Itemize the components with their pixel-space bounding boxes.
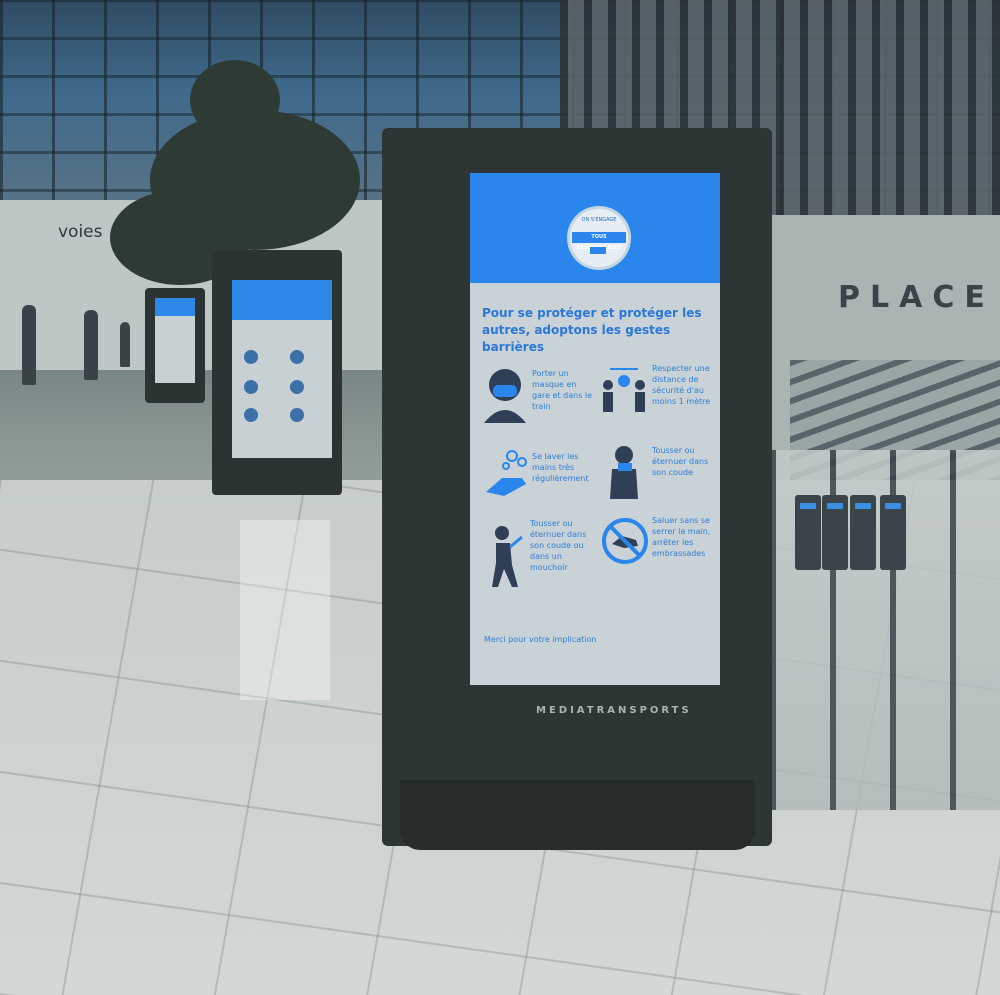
ticket-gate [880, 495, 906, 570]
thanks-note: Merci pour votre implication [484, 635, 597, 644]
ticket-gate [822, 495, 848, 570]
cough-person-icon [492, 526, 523, 587]
poster-screen: ON S'ENGAGE TOUS RESPONSABLES Pour se pr… [470, 173, 720, 685]
tip-text: Tousser ou éternuer dans son coude ou da… [530, 519, 587, 572]
tip-text: Respecter une distance de sécurité d'au … [652, 364, 711, 406]
tip-text: Se laver les mains très régulièrement [532, 452, 589, 483]
mini-tip-icon [290, 350, 304, 364]
distant-person [22, 305, 36, 385]
kiosk-brand: MEDIATRANSPORTS [536, 705, 692, 716]
distant-person [84, 310, 98, 380]
secondary-kiosk-header [232, 280, 332, 320]
no-handshake-icon [602, 518, 648, 564]
mini-tip-icon [290, 380, 304, 394]
hand-wash-icon [486, 450, 527, 496]
distant-kiosk-header [155, 298, 195, 316]
mini-tip-icon [290, 408, 304, 422]
station-scene: voies PLACE MEDIATRANSPORTS ON S'ENGAGE … [0, 0, 1000, 995]
face-mask-icon [484, 369, 526, 423]
badge-top-text: ON S'ENGAGE [581, 217, 617, 223]
distant-person [120, 322, 130, 367]
mini-tip-icon [244, 408, 258, 422]
distant-kiosk [145, 288, 205, 403]
ticket-gate [850, 495, 876, 570]
ticket-icon [590, 247, 606, 254]
station-sign: voies [58, 222, 103, 242]
secondary-kiosk [212, 250, 342, 495]
indoor-tree [190, 60, 280, 140]
ticket-gate [795, 495, 821, 570]
social-distance-icon [603, 368, 645, 412]
main-kiosk-base [400, 780, 755, 850]
floor-reflection [240, 520, 330, 700]
tip-text: Saluer sans se serrer la main, arrêter l… [652, 516, 711, 558]
badge-main-text: TOUS RESPONSABLES [572, 232, 626, 251]
tip-text: Tousser ou éternuer dans son coude [652, 446, 709, 477]
poster-header: ON S'ENGAGE TOUS RESPONSABLES [470, 173, 720, 283]
tip-text: Porter un masque en gare et dans le trai… [532, 369, 593, 411]
distant-kiosk-screen [155, 298, 195, 383]
mini-tip-icon [244, 350, 258, 364]
secondary-kiosk-screen [232, 280, 332, 458]
wall-sign: PLACE [838, 280, 995, 315]
campaign-badge: ON S'ENGAGE TOUS RESPONSABLES [567, 206, 631, 270]
sneeze-elbow-icon [610, 446, 638, 499]
poster-headline: Pour se protéger et protéger les autres,… [482, 306, 702, 354]
mini-tip-icon [244, 380, 258, 394]
